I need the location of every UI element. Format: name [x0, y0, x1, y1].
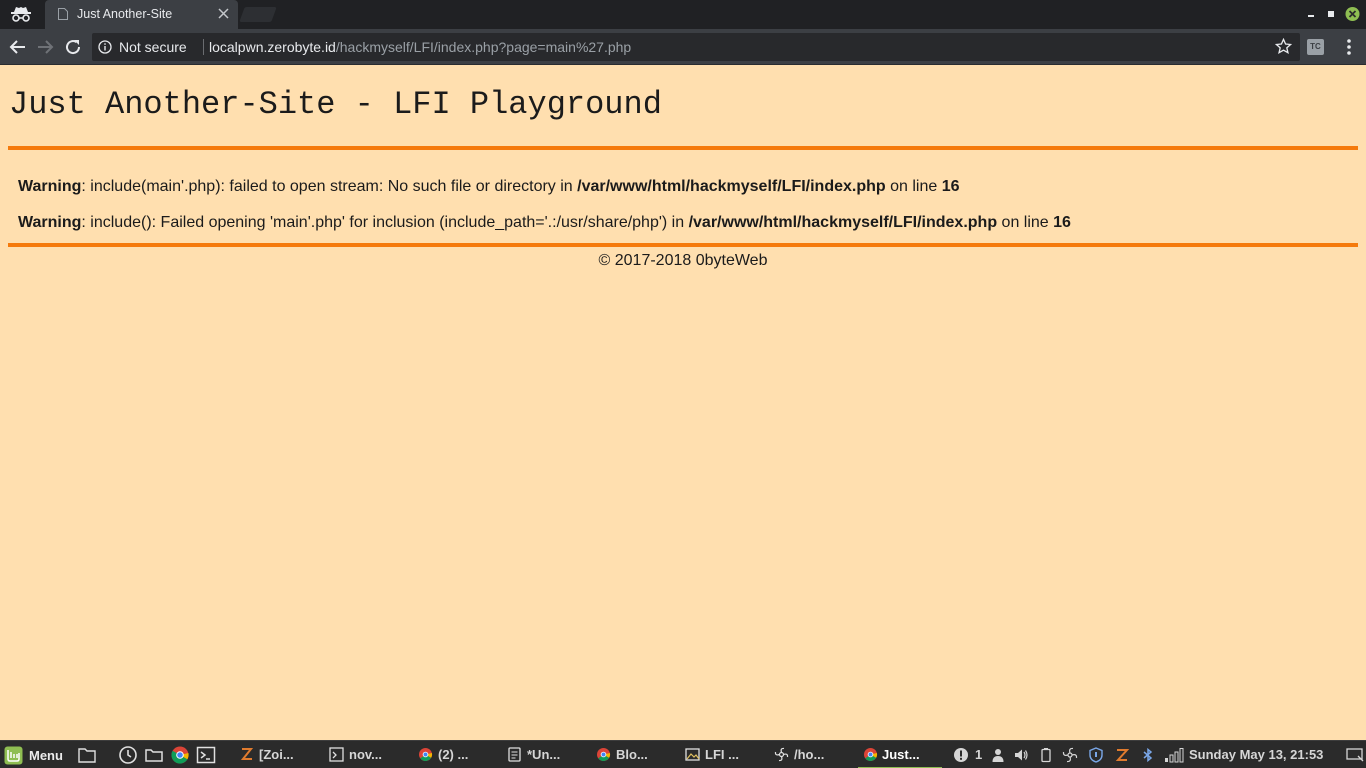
warning-label: Warning — [18, 178, 82, 195]
warning-line-number: 16 — [941, 178, 960, 195]
taskbar-window-image-viewer[interactable]: LFI ... — [685, 741, 765, 768]
battery-icon[interactable] — [1038, 747, 1054, 763]
update-manager-icon[interactable] — [118, 745, 138, 765]
reload-icon[interactable] — [63, 37, 83, 57]
taskbar-window-label: nov... — [349, 747, 382, 762]
incognito-icon — [11, 7, 31, 22]
taskbar-window-label: Blo... — [616, 747, 648, 762]
info-icon[interactable] — [98, 40, 112, 54]
taskbar-clock[interactable]: Sunday May 13, 21:53 — [1189, 747, 1323, 762]
url-host: localpwn.zerobyte.id — [209, 39, 336, 55]
volume-icon[interactable] — [1013, 747, 1029, 763]
maximize-icon[interactable] — [1326, 6, 1336, 22]
chrome-icon — [419, 748, 433, 761]
warning-file: /var/www/html/hackmyself/LFI/index.php — [688, 214, 998, 231]
kebab-menu-icon[interactable] — [1341, 37, 1357, 57]
network-signal-icon[interactable] — [1164, 747, 1184, 763]
terminal-launcher-icon[interactable] — [196, 745, 216, 765]
taskbar-window-fan[interactable]: /ho... — [774, 741, 854, 768]
warning-label: Warning — [18, 214, 82, 231]
minimize-icon[interactable] — [1306, 6, 1316, 22]
extension-icon[interactable]: TC — [1307, 39, 1324, 55]
chrome-launcher-icon[interactable] — [170, 745, 190, 765]
show-desktop-icon[interactable] — [1346, 747, 1364, 763]
php-warning: Warning: include(main'.php): failed to o… — [18, 178, 960, 196]
url-text[interactable]: localpwn.zerobyte.id/hackmyself/LFI/inde… — [209, 39, 631, 55]
notification-icon[interactable] — [953, 747, 969, 763]
close-window-icon[interactable] — [1344, 6, 1361, 22]
taskbar-window-chrome[interactable]: (2) ... — [418, 741, 498, 768]
back-arrow-icon[interactable] — [8, 37, 28, 57]
fan-icon — [774, 747, 789, 762]
url-path: /hackmyself/LFI/index.php?page=main%27.p… — [335, 39, 632, 55]
notification-count: 1 — [975, 747, 983, 762]
browser-toolbar: Not secure localpwn.zerobyte.id/hackmyse… — [0, 29, 1366, 65]
warning-on-line: on line — [885, 178, 942, 195]
page-footer: © 2017-2018 0byteWeb — [598, 252, 768, 269]
taskbar-window-zotero[interactable]: [Zoi... — [239, 741, 319, 768]
omnibox-divider — [203, 39, 204, 55]
taskbar-window-label: LFI ... — [705, 747, 739, 762]
warning-on-line: on line — [997, 214, 1054, 231]
file-manager-launcher-icon[interactable] — [77, 745, 97, 765]
forward-arrow-icon[interactable] — [35, 37, 55, 57]
zotero-icon — [240, 748, 254, 760]
shield-icon[interactable] — [1088, 747, 1104, 763]
chrome-icon — [597, 748, 611, 761]
page-icon — [58, 8, 68, 20]
php-warning: Warning: include(): Failed opening 'main… — [18, 214, 1071, 232]
fan-tray-icon[interactable] — [1062, 747, 1078, 763]
bluetooth-icon[interactable] — [1140, 747, 1156, 763]
new-tab-button[interactable] — [239, 7, 277, 22]
orange-divider-bottom — [8, 243, 1358, 247]
address-bar[interactable]: Not secure localpwn.zerobyte.id/hackmyse… — [92, 33, 1300, 61]
taskbar-window-label: /ho... — [794, 747, 825, 762]
terminal-icon — [329, 747, 344, 762]
warning-file: /var/www/html/hackmyself/LFI/index.php — [577, 178, 886, 195]
text-editor-icon — [508, 747, 521, 762]
taskbar-window-terminal[interactable]: nov... — [329, 741, 409, 768]
taskbar-window-text-editor[interactable]: *Un... — [507, 741, 587, 768]
zotero-tray-icon[interactable] — [1114, 747, 1130, 763]
taskbar-window-label: Just... — [882, 747, 920, 762]
chrome-icon — [864, 748, 878, 761]
menu-label: Menu — [29, 748, 63, 763]
taskbar: Menu [Zoi... nov... (2) ... *Un... Blo..… — [0, 740, 1366, 768]
taskbar-window-chrome[interactable]: Blo... — [596, 741, 676, 768]
orange-divider-top — [8, 146, 1358, 150]
security-status[interactable]: Not secure — [119, 39, 187, 55]
warning-message: : include(main'.php): failed to open str… — [81, 178, 578, 195]
folder-launcher-icon[interactable] — [144, 745, 164, 765]
tab-strip: Just Another-Site — [0, 0, 1366, 29]
taskbar-window-label: [Zoi... — [259, 747, 294, 762]
tab-title: Just Another-Site — [77, 7, 173, 21]
linux-mint-icon — [4, 746, 23, 765]
taskbar-window-label: (2) ... — [438, 747, 469, 762]
warning-line-number: 16 — [1053, 214, 1071, 231]
image-viewer-icon — [685, 748, 700, 761]
user-icon[interactable] — [990, 747, 1006, 763]
bookmark-star-icon[interactable] — [1275, 38, 1292, 55]
taskbar-window-label: *Un... — [527, 747, 561, 762]
browser-tab[interactable]: Just Another-Site — [45, 0, 238, 29]
close-tab-icon[interactable] — [218, 8, 229, 19]
warning-message: : include(): Failed opening 'main'.php' … — [81, 214, 689, 231]
taskbar-window-chrome-active[interactable]: Just... — [858, 741, 942, 768]
page-title: Just Another-Site - LFI Playground — [9, 86, 662, 123]
